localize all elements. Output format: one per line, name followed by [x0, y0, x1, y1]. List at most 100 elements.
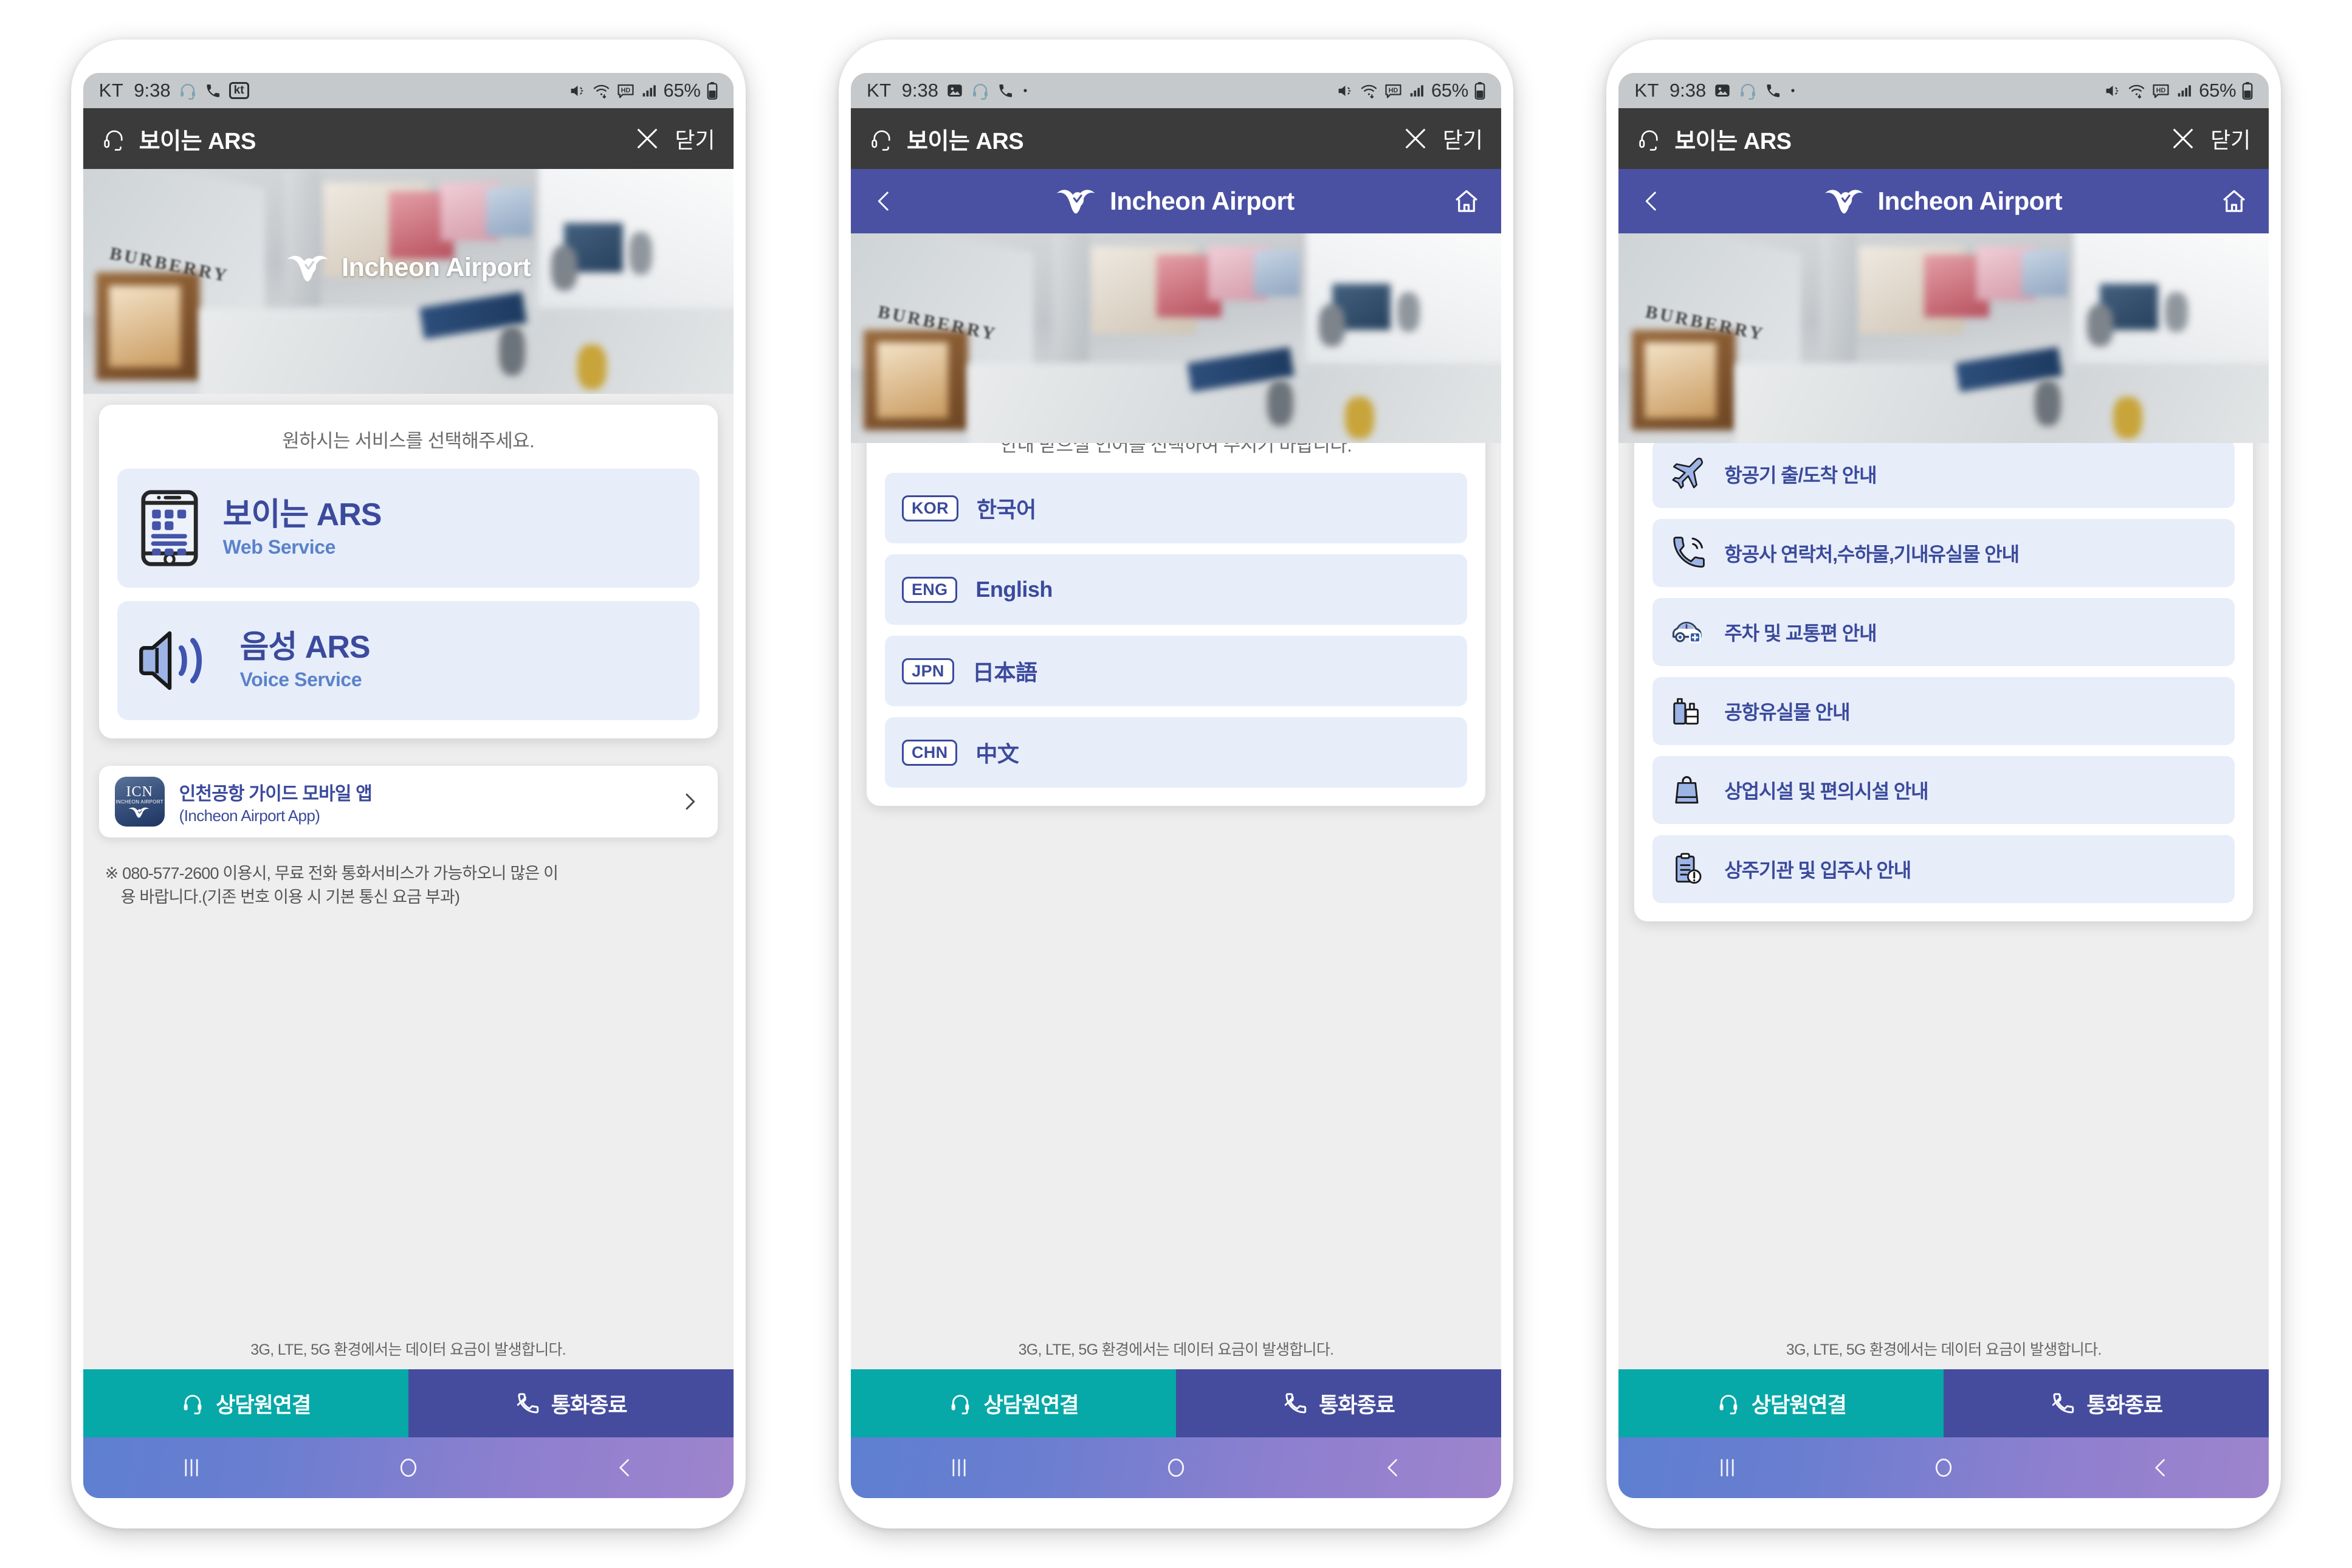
service-tile-voice[interactable]: 음성 ARS Voice Service — [117, 601, 700, 720]
end-call-button[interactable]: 통화종료 — [1944, 1369, 2269, 1437]
chevron-left-icon[interactable] — [1639, 188, 1665, 214]
end-call-label: 통화종료 — [551, 1393, 628, 1417]
home-circle-icon[interactable] — [1163, 1454, 1189, 1481]
status-bar: KT 9:38 HD 65% — [1618, 73, 2269, 108]
hd-icon: HD — [1384, 82, 1403, 100]
svg-text:HD: HD — [2156, 86, 2166, 94]
connect-agent-label: 상담원연결 — [216, 1393, 311, 1417]
close-icon[interactable] — [2169, 125, 2197, 153]
phone-hangup-icon — [2050, 1391, 2075, 1416]
home-circle-icon[interactable] — [1930, 1454, 1957, 1481]
notice-line-2: 용 바랍니다.(기존 번호 이용 시 기본 통신 요금 부과) — [120, 888, 460, 907]
service-tile-web-title: 보이는 ARS — [222, 497, 382, 532]
language-row-jpn[interactable]: JPN 日本語 — [884, 636, 1467, 706]
action-bar: 상담원연결 통화종료 — [850, 1369, 1501, 1437]
end-call-button[interactable]: 통화종료 — [408, 1369, 734, 1437]
menu-item-parking-transport[interactable]: 주차 및 교통편 안내 — [1652, 598, 2235, 666]
menu-item-lost-found[interactable]: 공항유실물 안내 — [1652, 677, 2235, 745]
screenshot-stage: KT 9:38 kt HD 65% 보이는 ARS 닫기 BURBERRY In… — [0, 0, 2352, 1568]
end-call-label: 통화종료 — [1319, 1393, 1395, 1417]
chevron-right-icon[interactable] — [678, 789, 702, 814]
ars-title-bar: 보이는 ARS 닫기 — [1618, 108, 2269, 169]
battery-icon — [2242, 81, 2253, 100]
close-button-label[interactable]: 닫기 — [1443, 123, 1483, 154]
screen-1-body: 원하시는 서비스를 선택해주세요. 보이는 ARS Web Service 음성… — [83, 394, 734, 1332]
ars-title-bar: 보이는 ARS 닫기 — [850, 108, 1501, 169]
ars-bar-actions[interactable]: 닫기 — [2169, 123, 2251, 154]
menu-item-airline-contact[interactable]: 항공사 연락처,수하물,기내유실물 안내 — [1652, 519, 2235, 587]
app-promo-title: 인천공항 가이드 모바일 앱 — [179, 783, 373, 804]
language-row-kor[interactable]: KOR 한국어 — [884, 473, 1467, 543]
wifi-icon — [2128, 82, 2145, 100]
hero-image: BURBERRY — [1618, 233, 2269, 443]
phone-hangup-icon — [515, 1391, 540, 1416]
ars-bar-actions[interactable]: 닫기 — [1401, 123, 1483, 154]
headset-icon — [948, 1391, 972, 1415]
service-tile-web[interactable]: 보이는 ARS Web Service — [117, 469, 700, 588]
battery-percent-label: 65% — [1431, 80, 1468, 101]
back-chevron-icon[interactable] — [2147, 1454, 2174, 1481]
close-icon[interactable] — [633, 125, 661, 153]
wifi-icon — [593, 82, 610, 100]
action-bar: 상담원연결 통화종료 — [1618, 1369, 2269, 1437]
close-button-label[interactable]: 닫기 — [675, 123, 715, 154]
free-call-notice: ※ 080-577-2600 이용시, 무료 전화 통화서비스가 가능하오니 많… — [105, 862, 712, 909]
menu-item-flight-info[interactable]: 항공기 출/도착 안내 — [1652, 443, 2235, 508]
language-label: English — [975, 577, 1053, 602]
smartphone-menu-icon — [138, 489, 201, 567]
menu-item-label: 항공사 연락처,수하물,기내유실물 안내 — [1724, 543, 2020, 565]
back-chevron-icon[interactable] — [611, 1454, 638, 1481]
status-bar-left: KT 9:38 — [867, 80, 1029, 101]
battery-percent-label: 65% — [663, 80, 701, 101]
incheon-nav-brand: Incheon Airport — [897, 186, 1453, 216]
home-icon[interactable] — [1453, 187, 1480, 215]
end-call-button[interactable]: 통화종료 — [1175, 1369, 1501, 1437]
dot-icon — [1022, 87, 1029, 94]
language-row-eng[interactable]: ENG English — [884, 554, 1467, 625]
clipboard-alert-icon — [1669, 850, 1707, 888]
action-bar: 상담원연결 통화종료 — [83, 1369, 734, 1437]
back-chevron-icon[interactable] — [1380, 1454, 1406, 1481]
data-charge-note: 3G, LTE, 5G 환경에서는 데이터 요금이 발생합니다. — [1618, 1332, 2269, 1369]
page-title: 보이는 ARS — [1674, 128, 1792, 154]
language-select-card: 안내 받으실 언어를 선택하여 주시기 바랍니다. KOR 한국어 ENG En… — [866, 443, 1485, 806]
incheon-nav-bar: Incheon Airport — [850, 169, 1501, 233]
recents-icon[interactable] — [178, 1454, 205, 1481]
connect-agent-button[interactable]: 상담원연결 — [1618, 1369, 1944, 1437]
service-tile-voice-texts: 음성 ARS Voice Service — [239, 630, 371, 691]
connect-agent-button[interactable]: 상담원연결 — [83, 1369, 408, 1437]
service-tile-voice-subtitle: Voice Service — [239, 669, 362, 691]
dot-icon — [1789, 87, 1797, 94]
app-promo-row[interactable]: ICN INCHEON AIRPORT 인천공항 가이드 모바일 앱 (Inch… — [98, 766, 718, 837]
status-bar-right: HD 65% — [569, 80, 718, 101]
data-charge-note: 3G, LTE, 5G 환경에서는 데이터 요금이 발생합니다. — [850, 1332, 1501, 1369]
android-nav-bar — [850, 1437, 1501, 1498]
close-button-label[interactable]: 닫기 — [2210, 123, 2251, 154]
headset-icon — [869, 126, 895, 151]
menu-item-shops-facilities[interactable]: 상업시설 및 편의시설 안내 — [1652, 756, 2235, 824]
home-circle-icon[interactable] — [395, 1454, 422, 1481]
mute-icon — [1336, 82, 1354, 100]
mute-icon — [569, 82, 586, 100]
menu-item-tenants[interactable]: 상주기관 및 입주사 안내 — [1652, 835, 2235, 903]
carrier-label: KT — [1634, 80, 1659, 101]
service-tile-web-subtitle: Web Service — [222, 536, 336, 559]
android-nav-bar — [83, 1437, 734, 1498]
chevron-left-icon[interactable] — [872, 188, 897, 214]
connect-agent-button[interactable]: 상담원연결 — [850, 1369, 1176, 1437]
close-icon[interactable] — [1401, 125, 1429, 153]
status-bar-right: HD 65% — [2104, 80, 2253, 101]
hero-logo: Incheon Airport — [83, 252, 734, 284]
hd-icon: HD — [616, 82, 635, 100]
headset-icon — [101, 126, 127, 151]
phone-1: KT 9:38 kt HD 65% 보이는 ARS 닫기 BURBERRY In… — [70, 40, 746, 1528]
language-row-chn[interactable]: CHN 中文 — [884, 717, 1467, 788]
svg-text:HD: HD — [1389, 86, 1398, 94]
recents-icon[interactable] — [1714, 1454, 1741, 1481]
recents-icon[interactable] — [946, 1454, 972, 1481]
clock-label: 9:38 — [134, 80, 171, 101]
headset-icon — [179, 81, 197, 100]
signal-icon — [641, 83, 658, 98]
home-icon[interactable] — [2220, 187, 2248, 215]
ars-bar-actions[interactable]: 닫기 — [633, 123, 715, 154]
